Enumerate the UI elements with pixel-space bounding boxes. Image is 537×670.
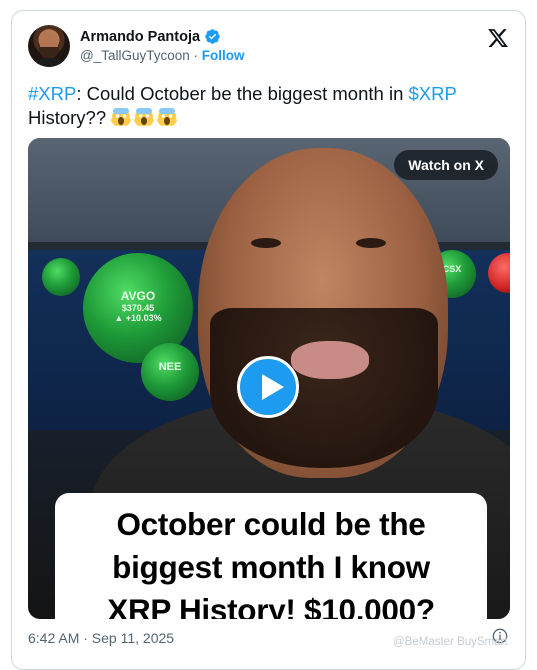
hashtag-link[interactable]: #XRP — [28, 83, 76, 104]
scream-emoji-icon — [134, 108, 155, 127]
play-button[interactable] — [237, 356, 299, 418]
caption-line: XRP History! $10,000? — [107, 592, 435, 619]
tweet-text-end: History?? — [28, 107, 107, 128]
verified-badge-icon — [205, 29, 220, 44]
tweet-card: Armando Pantoja @_TallGuyTycoon · Follow… — [11, 10, 526, 670]
author-name-row: Armando Pantoja — [80, 28, 221, 45]
cashtag-link[interactable]: $XRP — [409, 83, 457, 104]
x-logo-icon[interactable] — [487, 27, 509, 49]
tweet-text-body: : Could October be the biggest month in — [76, 83, 409, 104]
caption-line: October could be the — [116, 506, 426, 542]
play-icon — [262, 374, 284, 400]
author-handle-row: @_TallGuyTycoon · Follow — [80, 48, 245, 63]
person-eye — [356, 238, 386, 248]
watermark: @BeMaster BuySmart — [393, 636, 508, 648]
person-eye — [251, 238, 281, 248]
stock-bubble — [42, 258, 80, 296]
person-mouth — [291, 341, 369, 379]
scream-emoji-icon — [157, 108, 178, 127]
watch-on-x-button[interactable]: Watch on X — [394, 150, 498, 180]
follow-button[interactable]: Follow — [202, 48, 245, 63]
tweet-timestamp[interactable]: 6:42 AM · Sep 11, 2025 — [28, 630, 174, 646]
author-handle[interactable]: @_TallGuyTycoon — [80, 48, 190, 63]
video-caption: October could be the biggest month I kno… — [55, 493, 487, 619]
scream-emoji-icon — [111, 108, 132, 127]
tweet-text: #XRP: Could October be the biggest month… — [28, 82, 498, 130]
video-player[interactable]: AVGO $370.45 ▲ +10.03% NEE CSX Watch on … — [28, 138, 510, 619]
author-avatar[interactable] — [28, 25, 70, 67]
separator-dot: · — [193, 48, 199, 63]
caption-line: biggest month I know — [112, 549, 430, 585]
stock-bubble: NEE — [141, 343, 199, 401]
author-name[interactable]: Armando Pantoja — [80, 29, 200, 45]
